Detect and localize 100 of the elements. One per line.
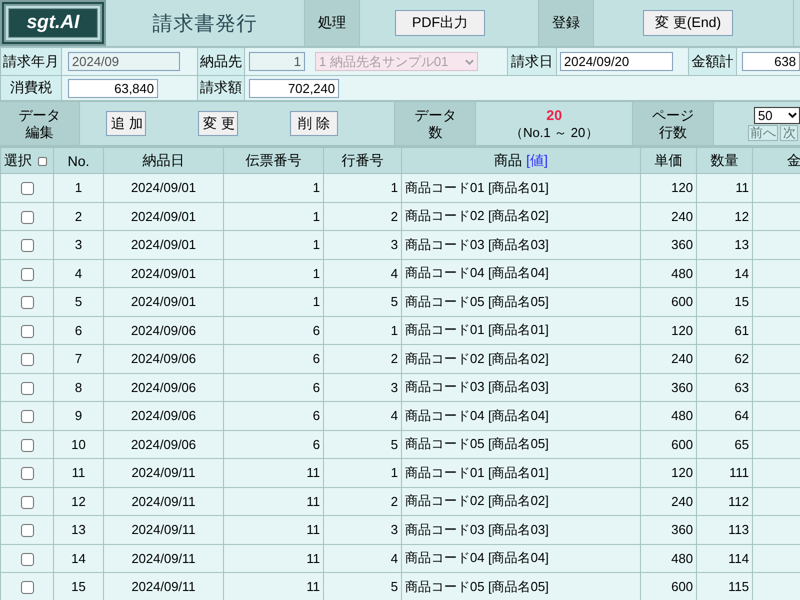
table-cell: 9 (54, 402, 104, 430)
table-cell: 1 (324, 316, 402, 344)
table-cell: 113 (696, 516, 752, 544)
row-checkbox[interactable] (20, 268, 34, 281)
table-cell: 3 (324, 516, 402, 544)
table-cell: 5 (324, 430, 402, 458)
row-checkbox[interactable] (20, 182, 34, 196)
table-cell: 2024/09/01 (104, 288, 224, 316)
table-cell: 13 (696, 230, 752, 259)
column-header: 金 (752, 148, 800, 174)
pdf-output-button[interactable]: PDF出力 (395, 10, 485, 36)
row-checkbox[interactable] (20, 382, 34, 395)
section-label: 処理 (304, 0, 360, 46)
table-cell: 2024/09/06 (104, 316, 224, 344)
record-range: （No.1 ～ 20） (510, 124, 598, 140)
table-cell: 480 (640, 544, 696, 572)
column-header: 納品日 (104, 148, 224, 174)
input-field[interactable]: 2024/09 (68, 52, 180, 71)
table-cell: 1 (54, 174, 104, 202)
table-cell: 6 (224, 316, 324, 344)
table-cell: 4 (54, 259, 104, 288)
field-label: 納品先 (197, 48, 245, 75)
table-cell: 1 (324, 174, 402, 202)
table-cell: 5 (54, 288, 104, 316)
table-cell: 3 (54, 230, 104, 259)
chevron-down-icon (788, 112, 797, 118)
table-cell: 11 (224, 544, 324, 572)
table-cell: 11 (54, 458, 104, 487)
table-cell: 1 (224, 230, 324, 259)
row-checkbox[interactable] (20, 496, 34, 509)
table-cell: 2024/09/11 (104, 544, 224, 572)
field-label: 消費税 (0, 76, 62, 100)
table-cell: 2 (324, 344, 402, 373)
table-cell: 2024/09/01 (104, 259, 224, 288)
table-cell: 商品コード01 [商品名01] (402, 458, 640, 487)
table-cell: 商品コード04 [商品名04] (402, 402, 640, 430)
table-cell: 114 (696, 544, 752, 572)
table-cell: 4 (324, 544, 402, 572)
input-field[interactable]: 2024/09/20 (560, 52, 673, 71)
table-cell: 600 (640, 288, 696, 316)
row-checkbox[interactable] (20, 324, 34, 338)
row-checkbox[interactable] (20, 210, 34, 224)
table-cell: 3 (324, 230, 402, 259)
table-cell: 商品コード03 [商品名03] (402, 516, 640, 544)
table-cell: 14 (54, 544, 104, 572)
table-cell: 3 (324, 373, 402, 402)
section-label: 登録 (538, 0, 594, 46)
table-cell: 2024/09/06 (104, 430, 224, 458)
row-checkbox[interactable] (20, 438, 34, 452)
table-cell: 2024/09/11 (104, 458, 224, 487)
table-cell: 4 (324, 259, 402, 288)
input-field[interactable]: 638 (742, 52, 800, 71)
row-checkbox[interactable] (20, 353, 34, 366)
update-button[interactable]: 変 更(End) (643, 10, 733, 36)
column-label: 選択 (4, 152, 32, 168)
row-checkbox[interactable] (20, 239, 34, 252)
input-field[interactable]: 63,840 (68, 78, 158, 98)
input-field[interactable]: 1 (249, 52, 305, 71)
table-cell: 商品コード03 [商品名03] (402, 373, 640, 402)
table-cell: 240 (640, 202, 696, 230)
table-cell: 2024/09/01 (104, 174, 224, 202)
add-button[interactable]: 追加 (106, 111, 146, 136)
table-cell: 4 (324, 402, 402, 430)
row-checkbox[interactable] (20, 296, 34, 310)
row-checkbox[interactable] (20, 467, 34, 480)
input-field[interactable]: 702,240 (249, 78, 339, 98)
table-cell: 111 (696, 458, 752, 487)
table-cell: 11 (224, 516, 324, 544)
table-cell: 2024/09/11 (104, 487, 224, 516)
row-checkbox[interactable] (20, 410, 34, 424)
field-label: 請求年月 (0, 48, 62, 75)
table-cell: 64 (696, 402, 752, 430)
select-all-checkbox[interactable] (38, 156, 47, 166)
column-header: 数量 (696, 148, 752, 174)
value-link[interactable]: [値] (526, 152, 548, 168)
table-cell: 商品コード04 [商品名04] (402, 259, 640, 288)
table-cell: 7 (54, 344, 104, 373)
table-cell: 商品コード02 [商品名02] (402, 487, 640, 516)
page-size-dropdown[interactable]: 50 (754, 106, 800, 124)
table-cell: 1 (224, 202, 324, 230)
edit-button[interactable]: 変更 (198, 111, 238, 136)
table-cell: 112 (696, 487, 752, 516)
table-cell: 2 (54, 202, 104, 230)
table-cell: 2024/09/11 (104, 516, 224, 544)
table-cell: 商品コード01 [商品名01] (402, 174, 640, 202)
row-checkbox[interactable] (20, 524, 34, 538)
table-cell: 13 (54, 516, 104, 544)
table-cell: 2024/09/01 (104, 230, 224, 259)
table-cell: 商品コード04 [商品名04] (402, 544, 640, 572)
table-cell: 480 (640, 259, 696, 288)
row-checkbox[interactable] (20, 552, 34, 566)
table-cell: 12 (696, 202, 752, 230)
table-cell: 1 (224, 259, 324, 288)
delete-button[interactable]: 削除 (290, 111, 338, 136)
table-cell: 600 (640, 430, 696, 458)
table-cell: 8 (54, 373, 104, 402)
row-checkbox[interactable] (20, 581, 34, 594)
table-cell: 2 (324, 202, 402, 230)
field-label: 請求日 (507, 48, 557, 75)
table-cell: 120 (640, 316, 696, 344)
